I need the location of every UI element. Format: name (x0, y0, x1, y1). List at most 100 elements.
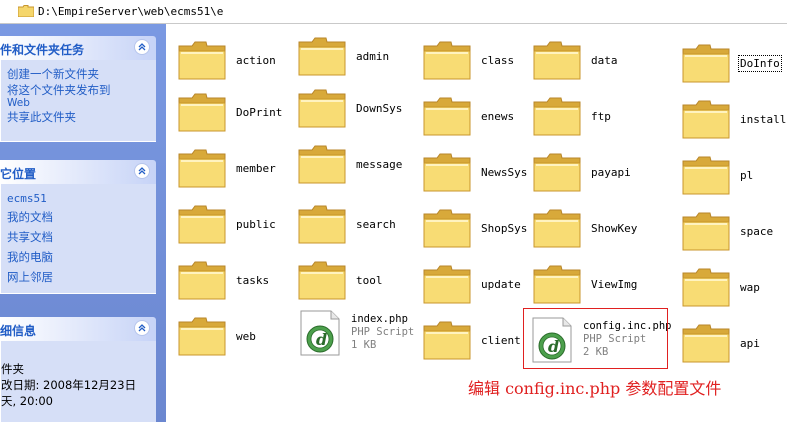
folder-icon (296, 142, 348, 186)
folder-data[interactable]: data (531, 38, 618, 82)
folder-message[interactable]: message (296, 142, 402, 186)
folder-icon (531, 38, 583, 82)
collapse-chevron-icon[interactable] (134, 39, 150, 55)
folder-shopsys[interactable]: ShopSys (421, 206, 527, 250)
folder-showkey[interactable]: ShowKey (531, 206, 637, 250)
folder-action[interactable]: action (176, 38, 276, 82)
file-size: 1 KB (351, 339, 377, 351)
folder-icon (680, 41, 732, 85)
folder-doinfo[interactable]: DoInfo (680, 41, 782, 85)
address-field[interactable]: D:\EmpireServer\web\ecms51\e (0, 2, 787, 20)
folder-icon (531, 94, 583, 138)
collapse-chevron-icon[interactable] (134, 320, 150, 336)
folder-label: enews (481, 109, 515, 123)
folder-label: tool (356, 273, 383, 287)
folder-update[interactable]: update (421, 262, 521, 306)
folder-label: public (236, 217, 276, 231)
folder-public[interactable]: public (176, 202, 276, 246)
folder-label: web (236, 329, 256, 343)
folder-icon (421, 318, 473, 362)
folder-wap[interactable]: wap (680, 265, 760, 309)
folder-icon (421, 262, 473, 306)
other-places-title: 它位置 (0, 167, 37, 181)
file-list-view: action admin class data DoInfo DoPrint DownSys… (166, 24, 787, 422)
folder-member[interactable]: member (176, 146, 276, 190)
folder-label: search (356, 217, 396, 231)
folder-label: update (481, 277, 521, 291)
place-my-computer[interactable]: 我的电脑 (7, 247, 156, 267)
folder-label: payapi (591, 165, 631, 179)
folder-downsys[interactable]: DownSys (296, 86, 402, 130)
folder-icon (531, 206, 583, 250)
folder-label: client (481, 333, 521, 347)
folder-icon (176, 38, 228, 82)
other-places-header[interactable]: 它位置 (0, 160, 156, 184)
folder-label: DoInfo (738, 54, 782, 72)
folder-icon (421, 206, 473, 250)
folder-icon (176, 146, 228, 190)
folder-class[interactable]: class (421, 38, 514, 82)
collapse-chevron-icon[interactable] (134, 163, 150, 179)
address-bar: D:\EmpireServer\web\ecms51\e (0, 0, 787, 24)
folder-label: install (740, 112, 787, 126)
folder-viewimg[interactable]: ViewImg (531, 262, 637, 306)
folder-icon (176, 90, 228, 134)
folder-space[interactable]: space (680, 209, 773, 253)
place-ecms51[interactable]: ecms51 (7, 190, 156, 207)
folder-search[interactable]: search (296, 202, 396, 246)
folder-label: ftp (591, 109, 611, 123)
details-type: 件夹 (1, 362, 24, 376)
details-time: 天, 20:00 (1, 394, 53, 408)
folder-admin[interactable]: admin (296, 34, 389, 78)
folder-newssys[interactable]: NewsSys (421, 150, 527, 194)
folder-doprint[interactable]: DoPrint (176, 90, 282, 134)
folder-icon (680, 209, 732, 253)
file-index-php[interactable]: d index.php PHP Script 1 KB (299, 309, 415, 356)
folder-ftp[interactable]: ftp (531, 94, 611, 138)
folder-icon (296, 202, 348, 246)
folder-api[interactable]: api (680, 321, 760, 365)
folder-icon (176, 258, 228, 302)
place-shared-documents[interactable]: 共享文档 (7, 227, 156, 247)
folder-icon (296, 86, 348, 130)
folder-label: action (236, 53, 276, 67)
place-network[interactable]: 网上邻居 (7, 267, 156, 287)
details-panel: 细信息 件夹 改日期: 2008年12月23日 天, 20:00 (0, 317, 156, 422)
folder-tool[interactable]: tool (296, 258, 383, 302)
file-type: PHP Script (351, 326, 415, 338)
folder-icon (176, 314, 228, 358)
php-script-icon: d (299, 309, 343, 356)
folder-enews[interactable]: enews (421, 94, 514, 138)
folder-icon (18, 5, 34, 17)
folder-pl[interactable]: pl (680, 153, 753, 197)
folder-web[interactable]: web (176, 314, 256, 358)
folder-icon (680, 153, 732, 197)
task-publish-web-cont[interactable]: Web (7, 97, 156, 109)
folder-label: admin (356, 49, 390, 63)
file-tasks-panel: 件和文件夹任务 创建一个新文件夹 将这个文件夹发布到 Web 共享此文件夹 (0, 36, 156, 142)
folder-payapi[interactable]: payapi (531, 150, 631, 194)
folder-label: tasks (236, 273, 270, 287)
details-header[interactable]: 细信息 (0, 317, 156, 341)
folder-icon (296, 34, 348, 78)
svg-text:d: d (316, 330, 327, 349)
folder-icon (176, 202, 228, 246)
highlight-box (523, 308, 668, 369)
folder-label: DoPrint (236, 105, 283, 119)
folder-label: ViewImg (591, 277, 638, 291)
folder-client[interactable]: client (421, 318, 521, 362)
task-share-folder[interactable]: 共享此文件夹 (7, 109, 156, 126)
folder-icon (421, 38, 473, 82)
folder-label: NewsSys (481, 165, 528, 179)
folder-install[interactable]: install (680, 97, 786, 141)
folder-icon (531, 262, 583, 306)
task-publish-web[interactable]: 将这个文件夹发布到 (7, 83, 156, 97)
place-my-documents[interactable]: 我的文档 (7, 207, 156, 227)
file-name: index.php (351, 313, 408, 325)
folder-label: wap (740, 280, 760, 294)
file-tasks-header[interactable]: 件和文件夹任务 (0, 36, 156, 60)
folder-icon (680, 97, 732, 141)
folder-tasks[interactable]: tasks (176, 258, 269, 302)
address-path: D:\EmpireServer\web\ecms51\e (38, 4, 224, 18)
task-new-folder[interactable]: 创建一个新文件夹 (7, 66, 156, 83)
